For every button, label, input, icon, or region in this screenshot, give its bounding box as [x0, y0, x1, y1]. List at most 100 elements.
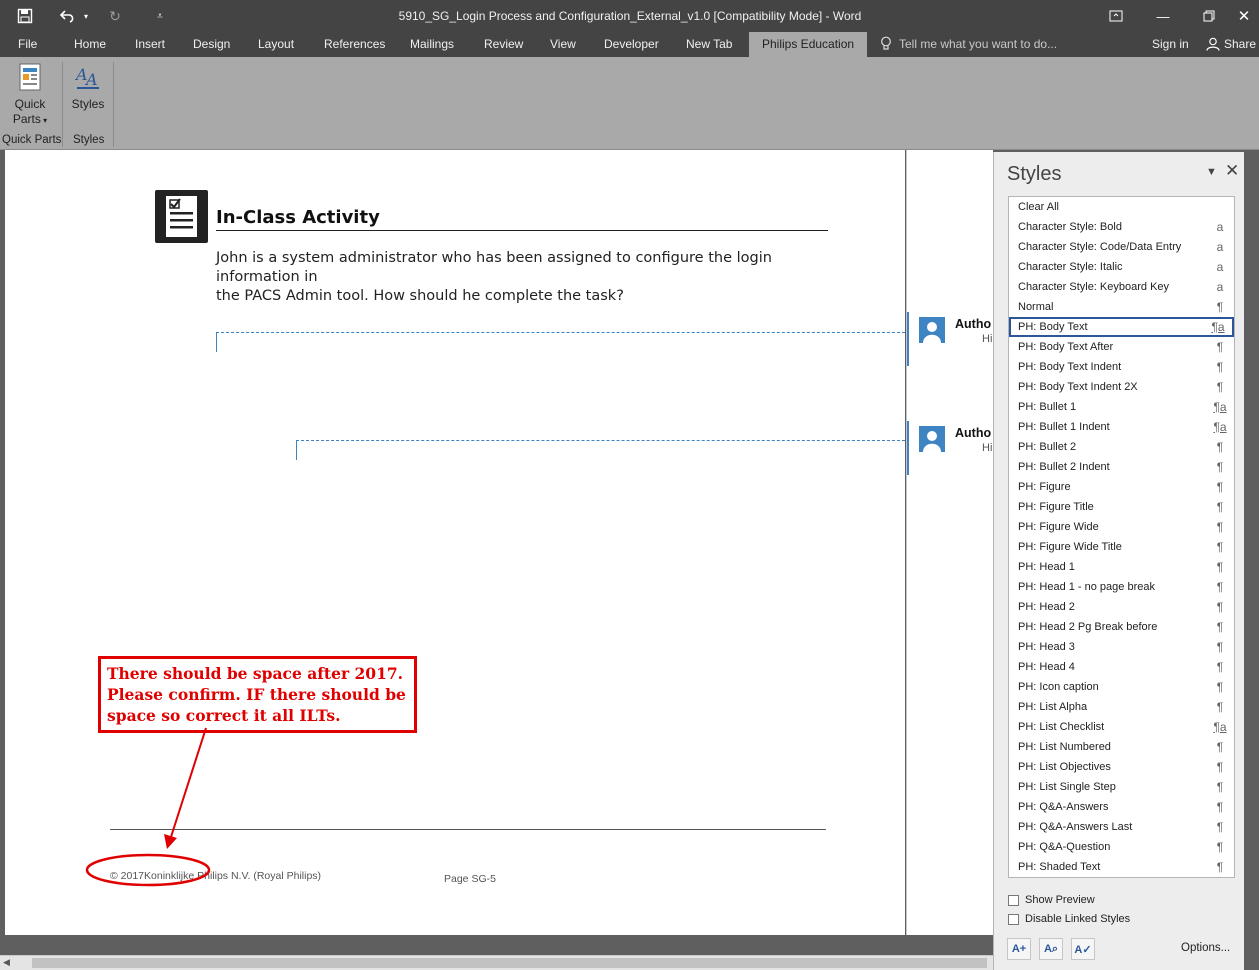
styles-ribbon-button[interactable]: AA Styles	[68, 63, 108, 111]
style-item[interactable]: PH: Shaded Text ¶	[1009, 857, 1234, 877]
style-item[interactable]: Normal ¶	[1009, 297, 1234, 317]
style-item[interactable]: PH: Head 3 ¶	[1009, 637, 1234, 657]
style-item[interactable]: PH: Head 1 ¶	[1009, 557, 1234, 577]
style-item[interactable]: PH: List Objectives ¶	[1009, 757, 1234, 777]
style-item[interactable]: PH: Body Text Indent ¶	[1009, 357, 1234, 377]
show-preview-checkbox[interactable]: Show Preview	[1008, 894, 1095, 906]
activity-body[interactable]: John is a system administrator who has b…	[216, 249, 836, 306]
style-item[interactable]: PH: Head 2 Pg Break before ¶	[1009, 617, 1234, 637]
style-item[interactable]: Character Style: Italic a	[1009, 257, 1234, 277]
paragraph-style-icon: ¶	[1216, 440, 1224, 454]
style-item[interactable]: PH: Head 4 ¶	[1009, 657, 1234, 677]
comment-anchor[interactable]	[216, 333, 217, 352]
tab-layout[interactable]: Layout	[258, 37, 294, 51]
sign-in-link[interactable]: Sign in	[1152, 37, 1189, 51]
style-item[interactable]: Character Style: Code/Data Entry a	[1009, 237, 1234, 257]
pane-options-icon[interactable]: ▼	[1206, 166, 1217, 178]
customize-icon[interactable]: ⩡	[152, 6, 168, 26]
paragraph-style-icon: ¶	[1216, 620, 1224, 634]
style-item[interactable]: PH: Icon caption ¶	[1009, 677, 1234, 697]
paragraph-style-icon: ¶	[1216, 820, 1224, 834]
style-item[interactable]: PH: Figure Wide Title ¶	[1009, 537, 1234, 557]
tab-developer[interactable]: Developer	[604, 37, 659, 51]
svg-text:A: A	[84, 70, 98, 89]
ribbon-separator	[113, 62, 114, 147]
paragraph-style-icon: ¶	[1216, 680, 1224, 694]
style-item[interactable]: PH: List Single Step ¶	[1009, 777, 1234, 797]
style-item[interactable]: PH: Head 2 ¶	[1009, 597, 1234, 617]
annotation-callout: There should be space after 2017. Please…	[98, 656, 417, 733]
linked-style-icon: ¶a	[1211, 320, 1225, 334]
style-item-label: PH: Body Text Indent	[1018, 361, 1122, 373]
tab-design[interactable]: Design	[193, 37, 230, 51]
tab-view[interactable]: View	[550, 37, 576, 51]
style-item[interactable]: PH: Q&A-Question ¶	[1009, 837, 1234, 857]
style-item[interactable]: PH: Bullet 2 ¶	[1009, 437, 1234, 457]
style-item[interactable]: PH: Body Text ¶a	[1009, 317, 1234, 337]
horizontal-scrollbar[interactable]: ◀	[0, 955, 993, 970]
style-item[interactable]: PH: Q&A-Answers Last ¶	[1009, 817, 1234, 837]
ribbon-display-options-icon[interactable]	[1101, 6, 1131, 26]
share-button[interactable]: Share	[1224, 37, 1256, 51]
window-title: 5910_SG_Login Process and Configuration_…	[398, 9, 862, 23]
tab-references[interactable]: References	[324, 37, 385, 51]
scroll-left-icon[interactable]: ◀	[3, 957, 10, 968]
style-item[interactable]: PH: List Numbered ¶	[1009, 737, 1234, 757]
style-item-label: Character Style: Bold	[1018, 221, 1122, 233]
style-item[interactable]: PH: Q&A-Answers ¶	[1009, 797, 1234, 817]
style-item[interactable]: PH: Bullet 2 Indent ¶	[1009, 457, 1234, 477]
restore-icon[interactable]	[1194, 6, 1224, 26]
style-item[interactable]: PH: Bullet 1 Indent ¶a	[1009, 417, 1234, 437]
minimize-icon[interactable]: —	[1148, 6, 1178, 26]
tab-insert[interactable]: Insert	[135, 37, 165, 51]
tell-me-input[interactable]: Tell me what you want to do...	[899, 37, 1057, 51]
tab-mailings[interactable]: Mailings	[410, 37, 454, 51]
comment-text[interactable]: Hi	[982, 333, 992, 345]
style-item-label: PH: List Objectives	[1018, 761, 1111, 773]
style-item[interactable]: PH: Figure Wide ¶	[1009, 517, 1234, 537]
person-icon[interactable]	[1206, 37, 1220, 54]
style-item[interactable]: Clear All	[1009, 197, 1234, 217]
tab-new-tab[interactable]: New Tab	[686, 37, 732, 51]
style-item-label: PH: List Numbered	[1018, 741, 1111, 753]
ribbon: Quick Parts ▾ Quick Parts AA Styles Styl…	[0, 57, 1259, 150]
style-item[interactable]: PH: Bullet 1 ¶a	[1009, 397, 1234, 417]
style-item[interactable]: PH: Figure ¶	[1009, 477, 1234, 497]
close-icon[interactable]: ✕	[1229, 6, 1259, 26]
document-page[interactable]: In-Class Activity John is a system admin…	[5, 150, 905, 935]
pane-close-icon[interactable]: ✕	[1225, 161, 1239, 181]
chevron-down-icon: ▾	[40, 116, 48, 125]
style-item[interactable]: PH: Head 1 - no page break ¶	[1009, 577, 1234, 597]
manage-styles-button[interactable]: A✓	[1071, 938, 1095, 960]
style-inspector-button[interactable]: A⌕	[1039, 938, 1063, 960]
paragraph-style-icon: ¶	[1216, 780, 1224, 794]
options-link[interactable]: Options...	[1181, 942, 1230, 954]
comment-author[interactable]: Autho	[955, 426, 991, 440]
paragraph-style-icon: ¶	[1216, 500, 1224, 514]
tab-file[interactable]: File	[18, 37, 37, 51]
comment-author[interactable]: Autho	[955, 317, 991, 331]
save-icon[interactable]	[14, 6, 36, 26]
undo-icon[interactable]	[55, 6, 81, 26]
style-item[interactable]: PH: Body Text Indent 2X ¶	[1009, 377, 1234, 397]
tab-philips-education[interactable]: Philips Education	[749, 32, 868, 57]
style-item[interactable]: PH: Body Text After ¶	[1009, 337, 1234, 357]
scrollbar-thumb[interactable]	[32, 958, 987, 968]
style-item[interactable]: Character Style: Bold a	[1009, 217, 1234, 237]
style-item[interactable]: PH: List Alpha ¶	[1009, 697, 1234, 717]
redo-icon[interactable]: ↻	[104, 6, 126, 26]
quick-parts-button[interactable]: Quick Parts ▾	[6, 63, 54, 126]
paragraph-style-icon: ¶	[1216, 560, 1224, 574]
styles-list[interactable]: Clear All Character Style: Bold a Character…	[1008, 196, 1235, 878]
style-item-label: PH: Icon caption	[1018, 681, 1099, 693]
undo-dropdown-icon[interactable]: ▾	[81, 6, 91, 26]
comment-anchor[interactable]	[296, 441, 297, 460]
tab-home[interactable]: Home	[74, 37, 106, 51]
disable-linked-styles-checkbox[interactable]: Disable Linked Styles	[1008, 913, 1130, 925]
style-item[interactable]: PH: Figure Title ¶	[1009, 497, 1234, 517]
tab-review[interactable]: Review	[484, 37, 523, 51]
new-style-button[interactable]: A+	[1007, 938, 1031, 960]
style-item[interactable]: Character Style: Keyboard Key a	[1009, 277, 1234, 297]
comment-text[interactable]: Hi	[982, 442, 992, 454]
style-item[interactable]: PH: List Checklist ¶a	[1009, 717, 1234, 737]
